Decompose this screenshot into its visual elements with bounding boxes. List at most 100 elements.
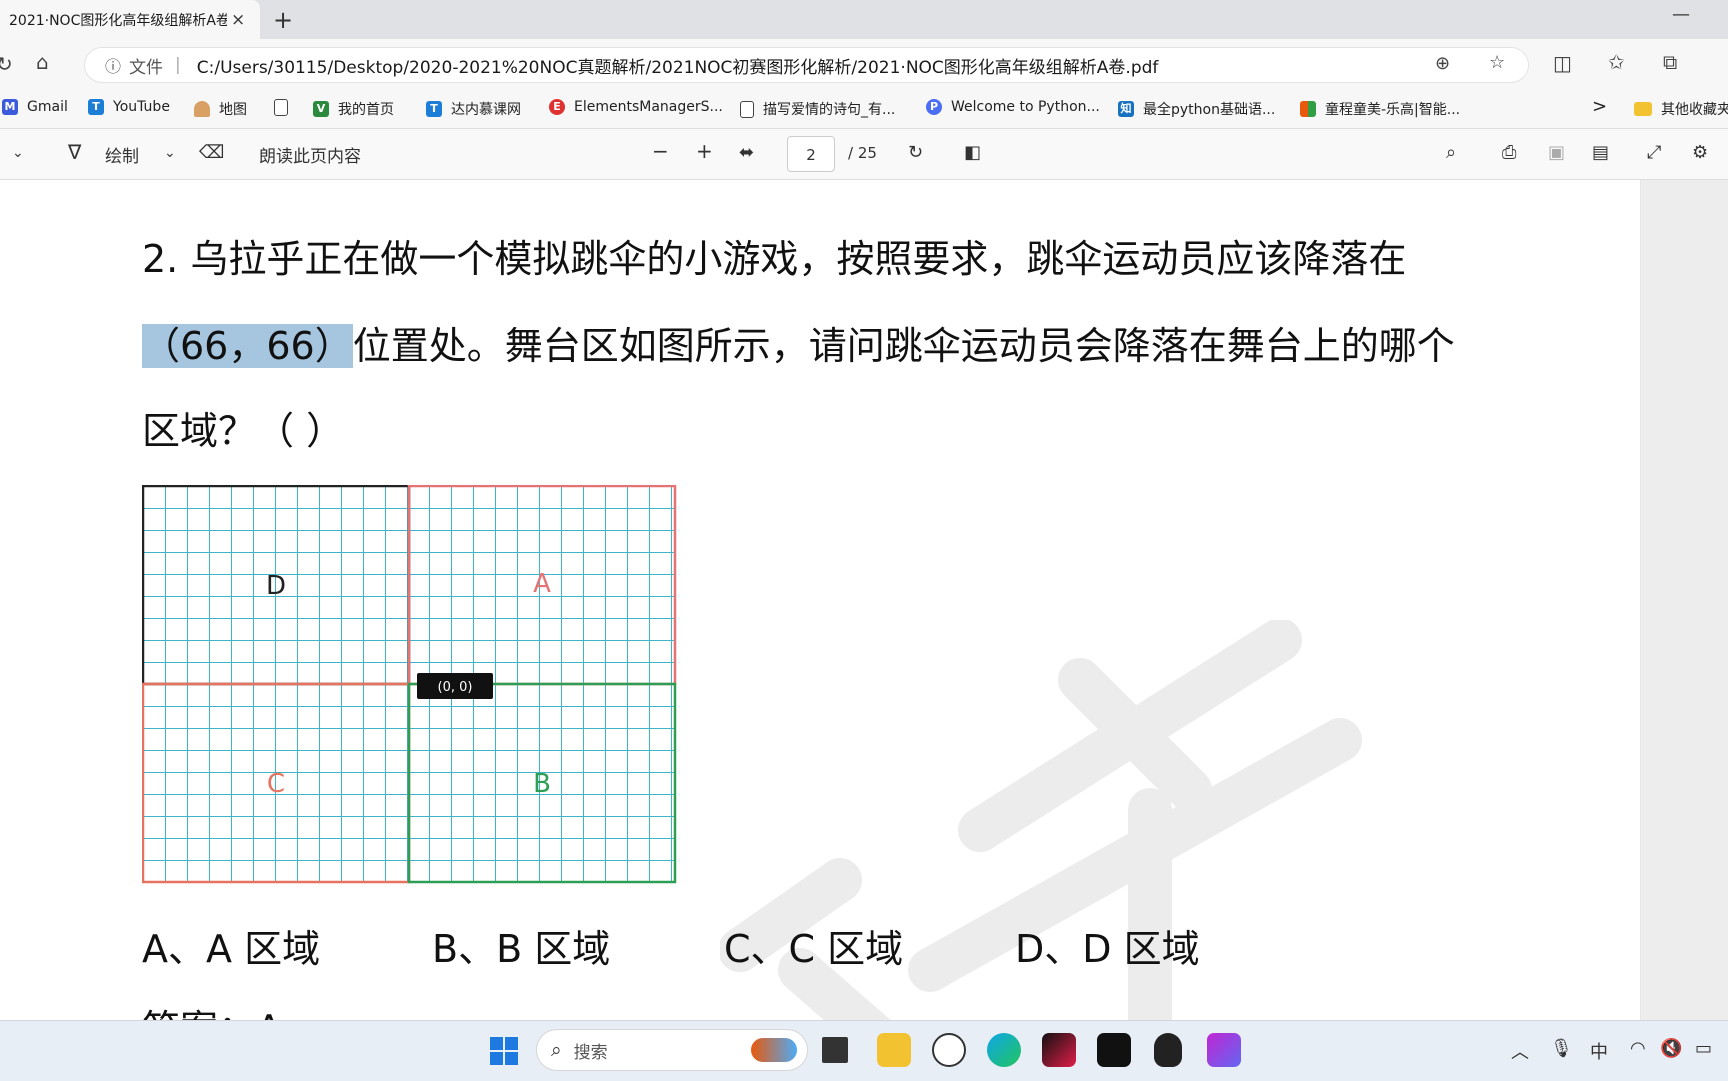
bookmark-youtube[interactable]: T YouTube <box>88 99 170 115</box>
windows-start-icon[interactable] <box>490 1037 518 1065</box>
page-icon <box>740 100 754 118</box>
folder-icon <box>1634 102 1652 116</box>
bookmark-python[interactable]: P Welcome to Python... <box>926 99 1100 115</box>
dell-icon[interactable] <box>932 1033 966 1067</box>
more-bookmarks-chevron-icon[interactable]: > <box>1592 96 1607 117</box>
question-line-1: 2. 乌拉乎正在做一个模拟跳伞的小游戏，按照要求，跳伞运动员应该降落在 <box>142 237 1407 281</box>
other-favorites-folder[interactable]: 其他收藏夹 <box>1634 99 1728 119</box>
search-icon: ⌕ <box>551 1039 562 1061</box>
map-icon <box>194 101 210 117</box>
bookmark-gmail[interactable]: M Gmail <box>2 99 68 115</box>
quadrant-d-label: D <box>266 571 286 601</box>
refresh-icon[interactable]: ↻ <box>0 52 13 76</box>
fullscreen-icon[interactable]: ⤢ <box>1647 142 1661 163</box>
zoom-out-button[interactable]: − <box>652 139 669 163</box>
bookmark-maps[interactable]: 地图 <box>194 99 247 119</box>
taskbar: ⌕ 搜索 ︿ 🎙 中 ◠ 🔇 ▭ <box>0 1020 1728 1081</box>
close-tab-icon[interactable]: × <box>231 10 245 30</box>
file-explorer-icon[interactable] <box>877 1033 911 1067</box>
settings-gear-icon[interactable]: ⚙ <box>1692 142 1708 163</box>
option-d: D、D 区域 <box>1015 927 1200 971</box>
save-icon[interactable]: ▣ <box>1548 142 1565 163</box>
chevron-down-icon[interactable]: ⌄ <box>12 145 24 161</box>
volume-muted-icon[interactable]: 🔇 <box>1660 1038 1682 1059</box>
jetbrains-icon[interactable] <box>1097 1033 1131 1067</box>
info-icon[interactable]: ⓘ <box>105 53 121 77</box>
eraser-icon[interactable]: ⌫ <box>199 142 224 163</box>
taskbar-search[interactable]: ⌕ 搜索 <box>536 1029 808 1071</box>
stage-grid-figure: D A C B (0, 0) <box>142 485 677 884</box>
intellij-icon[interactable] <box>1042 1033 1076 1067</box>
ime-indicator[interactable]: 中 <box>1590 1038 1608 1064</box>
pdf-page: 2. 乌拉乎正在做一个模拟跳伞的小游戏，按照要求，跳伞运动员应该降落在 （66，… <box>0 180 1640 1020</box>
minimize-button[interactable]: — <box>1672 4 1690 25</box>
option-c: C、C 区域 <box>724 927 904 971</box>
bookmark-zhihu[interactable]: 知最全python基础语... <box>1118 99 1275 119</box>
favorite-add-icon[interactable]: ☆ <box>1489 52 1505 73</box>
home-icon[interactable]: ⌂ <box>36 50 49 74</box>
bookmark-poems[interactable]: 描写爱情的诗句_有... <box>740 99 895 119</box>
tray-overflow-icon[interactable]: ︿ <box>1511 1038 1529 1064</box>
microphone-icon[interactable]: 🎙 <box>1550 1038 1573 1059</box>
favorites-icon[interactable]: ✩ <box>1608 50 1625 74</box>
tarena-icon: T <box>426 101 442 117</box>
answer-line: 答案：A <box>142 998 282 1020</box>
draw-icon[interactable]: ∇ <box>68 140 81 164</box>
alienware-icon[interactable] <box>1154 1033 1182 1067</box>
battery-icon[interactable]: ▭ <box>1695 1038 1712 1059</box>
scrollbar[interactable] <box>1641 180 1728 1020</box>
question-line-2: （66，66）位置处。舞台区如图所示，请问跳伞运动员会降落在舞台上的哪个 <box>142 315 1455 370</box>
address-row: ↻ ⌂ ⓘ 文件 | C:/Users/30115/Desktop/2020-2… <box>0 39 1728 91</box>
quadrant-c-label: C <box>267 769 285 799</box>
origin-label: (0, 0) <box>438 680 473 695</box>
page-icon <box>274 99 288 116</box>
pdf-toolbar: ⌄ ∇ 绘制 ⌄ ⌫ 朗读此页内容 − + ⬌ 2 / 25 ↻ ◧ ⌕ ⎙ ▣… <box>0 129 1728 180</box>
print-icon[interactable]: ⎙ <box>1502 142 1516 163</box>
zoom-icon[interactable]: ⊕ <box>1435 53 1450 74</box>
option-a: A、A 区域 <box>142 927 321 971</box>
bookmark-blank[interactable] <box>274 99 297 116</box>
bookmark-elements[interactable]: E ElementsManagerS... <box>549 99 723 115</box>
save-as-icon[interactable]: ▤ <box>1592 142 1609 163</box>
tab-strip: 2021·NOC图形化高年级组解析A卷 × + — <box>0 0 1728 39</box>
search-highlight-icon <box>751 1038 797 1062</box>
draw-label[interactable]: 绘制 <box>105 142 139 167</box>
address-separator: | <box>175 55 181 75</box>
page-number-input[interactable]: 2 <box>787 136 835 172</box>
bookmark-tarena[interactable]: T 达内慕课网 <box>426 99 521 119</box>
bookmark-homepage[interactable]: V 我的首页 <box>313 99 394 119</box>
fit-width-icon[interactable]: ⬌ <box>739 142 754 163</box>
zhihu-icon: 知 <box>1118 101 1134 117</box>
read-aloud-button[interactable]: 朗读此页内容 <box>259 142 361 167</box>
page-view-icon[interactable]: ◧ <box>964 142 981 163</box>
new-tab-button[interactable]: + <box>273 6 293 34</box>
youtube-icon: T <box>88 99 104 115</box>
video-editor-icon[interactable] <box>1207 1033 1241 1067</box>
tab-active[interactable]: 2021·NOC图形化高年级组解析A卷 × <box>0 0 260 39</box>
search-icon[interactable]: ⌕ <box>1446 142 1456 163</box>
bookmarks-bar: M Gmail T YouTube 地图 V 我的首页 T 达内慕课网 E Element… <box>0 91 1728 129</box>
question-line-3: 区域？（ ） <box>142 409 345 453</box>
wifi-icon[interactable]: ◠ <box>1630 1038 1646 1059</box>
draw-options-chevron-icon[interactable]: ⌄ <box>164 145 176 161</box>
quadrant-a-label: A <box>533 569 551 599</box>
search-placeholder: 搜索 <box>573 1042 608 1063</box>
page-total: / 25 <box>848 144 877 162</box>
option-b: B、B 区域 <box>432 927 611 971</box>
highlighted-coordinates[interactable]: （66，66） <box>142 324 353 368</box>
zoom-in-button[interactable]: + <box>696 139 713 163</box>
task-view-icon[interactable] <box>822 1037 848 1063</box>
collections-icon[interactable]: ⧉ <box>1663 50 1677 74</box>
edge-icon[interactable] <box>987 1033 1021 1067</box>
v-logo-icon: V <box>313 101 329 117</box>
quadrant-b-label: B <box>533 769 551 799</box>
bookmark-tongcheng[interactable]: 童程童美-乐高|智能... <box>1300 99 1460 119</box>
address-bar[interactable]: ⓘ 文件 | C:/Users/30115/Desktop/2020-2021%… <box>84 47 1529 83</box>
tongcheng-icon <box>1300 101 1316 117</box>
rotate-icon[interactable]: ↻ <box>908 142 923 163</box>
url-text[interactable]: C:/Users/30115/Desktop/2020-2021%20NOC真题… <box>197 53 1159 78</box>
question-line-2-rest: 位置处。舞台区如图所示，请问跳伞运动员会降落在舞台上的哪个 <box>352 324 1455 368</box>
scheme-label: 文件 <box>129 57 164 78</box>
split-screen-icon[interactable]: ◫ <box>1553 51 1572 75</box>
elements-icon: E <box>549 99 565 115</box>
